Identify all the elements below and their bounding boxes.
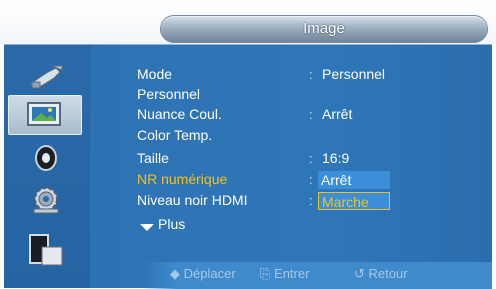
option-arret[interactable]: Arrêt <box>318 171 390 189</box>
menu-title-bar: Image <box>160 15 488 43</box>
return-label: Retour <box>368 266 408 281</box>
multi-window-icon <box>29 234 63 266</box>
sidebar-item-setup[interactable] <box>18 181 74 217</box>
plus-item[interactable]: Plus <box>158 216 185 232</box>
menu-title: Image <box>303 20 345 37</box>
separator: : <box>309 67 313 82</box>
sidebar <box>4 45 94 288</box>
menu-item-niveau-noir-hdmi[interactable]: Niveau noir HDMI <box>137 192 247 208</box>
setup-gear-icon <box>33 187 59 214</box>
separator: : <box>309 151 313 166</box>
menu-item-personnel[interactable]: Personnel <box>137 86 200 102</box>
chevron-down-icon <box>140 224 154 231</box>
menu-item-mode[interactable]: Mode <box>137 66 172 82</box>
mode-value: Personnel <box>322 66 386 82</box>
enter-icon: ⎘ <box>260 266 271 281</box>
taille-value: 16:9 <box>322 150 350 166</box>
nuance-coul-value: Arrêt <box>322 106 353 122</box>
move-label: Déplacer <box>183 266 236 281</box>
sidebar-item-input[interactable] <box>18 59 74 95</box>
sidebar-item-picture[interactable] <box>8 95 82 135</box>
separator: : <box>309 107 313 122</box>
menu-item-color-temp[interactable]: Color Temp. <box>137 127 212 143</box>
return-icon: ↺ <box>354 266 365 281</box>
menu-item-nuance-coul[interactable]: Nuance Coul. <box>137 106 222 122</box>
sidebar-item-multi-window[interactable] <box>18 233 74 269</box>
menu-item-taille[interactable]: Taille <box>137 150 169 166</box>
navigation-hint-bar: ◆ Déplacer ⎘ Entrer ↺ Retour <box>142 262 492 289</box>
menu-item-nr-numerique[interactable]: NR numérique <box>137 171 227 187</box>
up-down-arrows-icon: ◆ <box>170 266 180 281</box>
input-plug-icon <box>29 65 63 89</box>
picture-icon <box>27 102 61 126</box>
separator: : <box>309 172 313 187</box>
enter-hint: ⎘ Entrer <box>260 266 309 282</box>
separator: : <box>309 193 313 208</box>
return-hint: ↺ Retour <box>354 266 408 282</box>
sound-icon <box>35 145 57 171</box>
option-marche[interactable]: Marche <box>318 192 390 210</box>
enter-label: Entrer <box>274 266 310 281</box>
osd-menu-panel <box>4 44 492 288</box>
top-bar: Image <box>0 0 496 44</box>
move-hint: ◆ Déplacer <box>170 266 236 282</box>
sidebar-item-sound[interactable] <box>18 140 74 176</box>
